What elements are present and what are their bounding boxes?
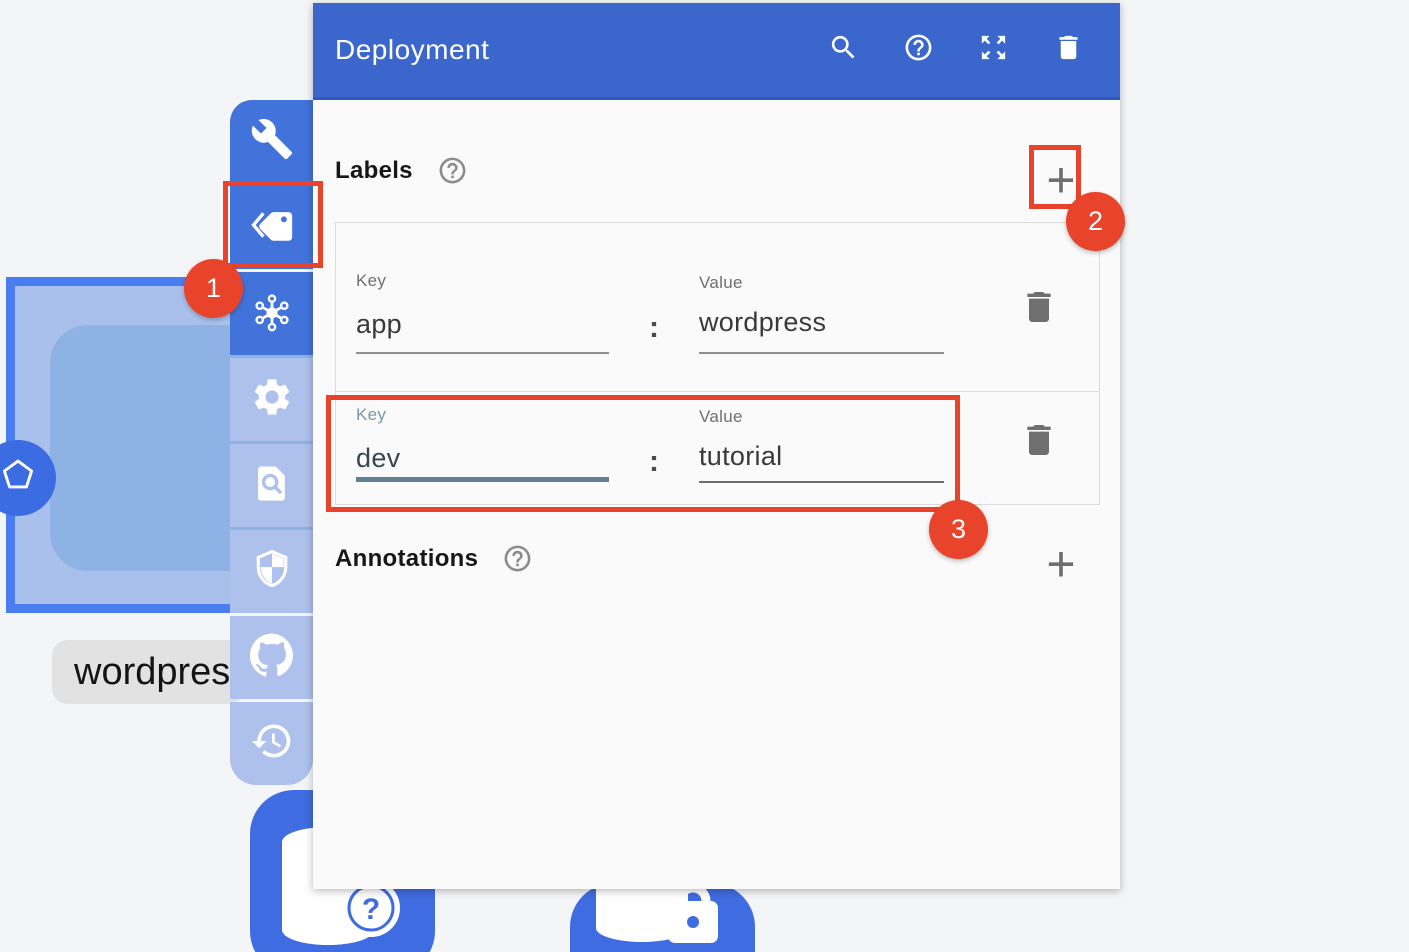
step3-highlight-box [326, 395, 960, 512]
sidebar-item-spec[interactable] [230, 444, 313, 527]
panel-title: Deployment [313, 34, 489, 66]
row-divider [336, 391, 1099, 392]
annotations-heading: Annotations [335, 545, 478, 573]
panel-header: Deployment [313, 3, 1120, 100]
labels-heading: Labels [335, 157, 413, 185]
key-input[interactable]: app [356, 309, 402, 340]
search-icon[interactable] [828, 32, 859, 68]
kv-separator: : [649, 311, 659, 345]
add-annotation-button[interactable]: + [1031, 533, 1091, 595]
step2-highlight-box [1029, 145, 1081, 209]
step3-badge: 3 [929, 500, 988, 559]
wrench-icon [250, 117, 294, 166]
key-input-underline [356, 352, 609, 354]
node-label: wordpress [52, 640, 244, 704]
delete-label-row-icon[interactable] [1019, 420, 1059, 460]
history-icon [250, 719, 294, 768]
sidebar-item-settings[interactable] [230, 358, 313, 441]
sidebar-item-history[interactable] [230, 702, 313, 785]
svg-text:?: ? [362, 893, 380, 926]
sidebar-item-security[interactable] [230, 530, 313, 613]
sidebar-item-tools[interactable] [230, 100, 313, 183]
value-input[interactable]: wordpress [699, 307, 826, 338]
file-search-icon [250, 461, 294, 510]
step1-badge: 1 [184, 259, 243, 318]
trash-icon[interactable] [1053, 32, 1084, 68]
app-canvas: wordpress ? [0, 0, 1409, 952]
expand-icon[interactable] [978, 32, 1009, 68]
annotations-help-icon[interactable] [502, 543, 533, 574]
pentagon-icon [0, 453, 41, 504]
sidebar-item-github[interactable] [230, 616, 313, 699]
step2-badge: 2 [1066, 192, 1125, 251]
shield-icon [250, 547, 294, 596]
value-field-label: Value [699, 273, 743, 293]
gear-icon [250, 375, 294, 424]
database-lock-icon[interactable] [570, 883, 755, 952]
key-field-label: Key [356, 271, 386, 291]
step1-highlight-box [223, 181, 323, 268]
delete-label-row-icon[interactable] [1019, 287, 1059, 327]
github-icon [250, 633, 294, 682]
hub-icon [250, 289, 294, 338]
value-input-underline [699, 352, 944, 354]
labels-help-icon[interactable] [437, 155, 468, 186]
help-icon[interactable] [903, 32, 934, 68]
